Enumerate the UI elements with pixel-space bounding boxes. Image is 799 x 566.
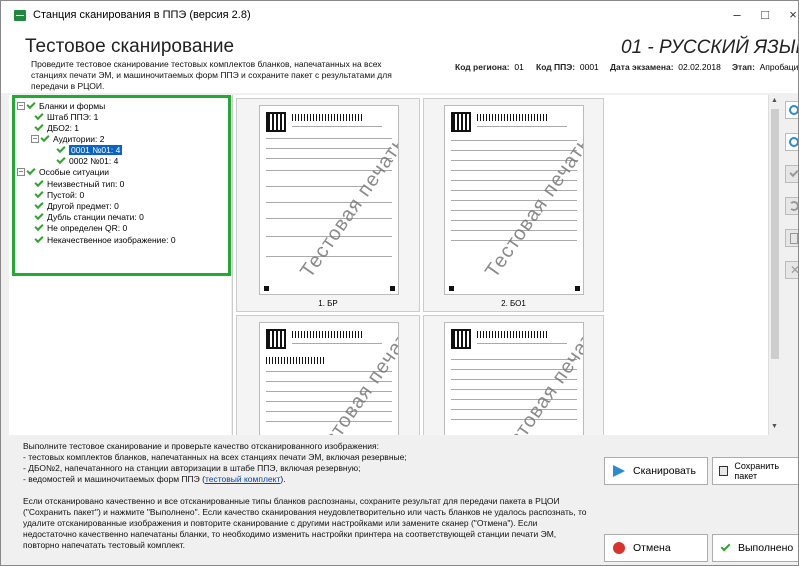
- check-icon: [34, 233, 44, 243]
- ppe-info: Код ППЭ: 0001: [536, 62, 599, 72]
- subject-title: 01 - РУССКИЙ ЯЗЫК: [621, 37, 799, 58]
- check-icon: [34, 188, 44, 198]
- thumbnail-caption: 1. БР: [318, 299, 338, 308]
- tree-node-other-subject[interactable]: Другой предмет: 0: [34, 199, 119, 211]
- scanned-sheet: Тестовая печать: [259, 105, 399, 295]
- zoom-out-icon[interactable]: [785, 133, 798, 151]
- delete-icon[interactable]: ✕: [785, 261, 798, 279]
- close-icon[interactable]: ×: [785, 7, 798, 23]
- cancel-button[interactable]: Отмена: [604, 534, 708, 562]
- watermark-text: Тестовая печать: [306, 322, 399, 435]
- check-icon: [26, 99, 36, 109]
- check-icon: [34, 210, 44, 220]
- page-title: Тестовое сканирование: [25, 36, 235, 57]
- scanned-sheet: Тестовая печать: [444, 322, 584, 435]
- tree-node-shtab[interactable]: Штаб ППЭ: 1: [34, 110, 98, 122]
- tree-node-dbo2[interactable]: ДБО2: 1: [34, 121, 79, 133]
- scan-thumbnail[interactable]: Тестовая печать 2. БО1: [423, 98, 604, 312]
- tree-node-aud-0001[interactable]: 0001 №01: 4: [56, 143, 123, 155]
- done-button[interactable]: Выполнено: [712, 534, 798, 562]
- instructions-details: Если отсканировано качественно и все отс…: [23, 496, 587, 550]
- scan-gallery: Тестовая печать 1. БР Тестовая печать 2.…: [232, 95, 780, 435]
- instructions-intro: Выполните тестовое сканирование и провер…: [23, 441, 379, 451]
- minimize-icon[interactable]: –: [729, 7, 745, 23]
- collapse-icon[interactable]: −: [17, 167, 25, 176]
- check-icon: [56, 143, 66, 153]
- tree-node-auditories[interactable]: − Аудитории: 2: [31, 132, 104, 144]
- tree-node-aud-0002[interactable]: 0002 №01: 4: [56, 154, 118, 166]
- tree-node-duplicate[interactable]: Дубль станции печати: 0: [34, 210, 144, 222]
- collapse-icon[interactable]: −: [17, 101, 25, 110]
- watermark-text: Тестовая печать: [296, 132, 399, 282]
- tree-node-bad-image[interactable]: Некачественное изображение: 0: [34, 233, 176, 245]
- instructions-item: - ведомостей и машиночитаемых форм ППЭ (…: [23, 474, 286, 484]
- tree-node-no-qr[interactable]: Не определен QR: 0: [34, 221, 127, 233]
- collapse-icon[interactable]: −: [31, 134, 39, 143]
- scan-button[interactable]: Сканировать: [604, 457, 708, 485]
- page-header: Тестовое сканирование Проведите тестовое…: [1, 31, 799, 93]
- check-icon: [40, 132, 50, 142]
- ppe-value: 0001: [579, 62, 599, 72]
- save-package-button[interactable]: Сохранить пакет: [712, 457, 798, 485]
- instructions-item: - ДБО№2, напечатанного на станции автори…: [23, 463, 361, 473]
- check-icon: [34, 199, 44, 209]
- tree-node-empty[interactable]: Пустой: 0: [34, 188, 84, 200]
- cancel-icon: [613, 542, 625, 554]
- stage-value: Апробация: [759, 62, 799, 72]
- accept-icon[interactable]: [785, 165, 798, 183]
- region-info: Код региона: 01: [455, 62, 524, 72]
- instructions: Выполните тестовое сканирование и провер…: [23, 441, 593, 551]
- check-icon: [34, 221, 44, 231]
- scan-icon: [613, 465, 625, 477]
- done-check-icon: [720, 541, 731, 552]
- tree-node-blanks[interactable]: − Бланки и формы: [17, 99, 105, 111]
- tree-node-unknown[interactable]: Неизвестный тип: 0: [34, 177, 124, 189]
- rotate-icon[interactable]: [785, 197, 798, 215]
- check-icon: [34, 121, 44, 131]
- scan-thumbnail[interactable]: Тестовая печать: [423, 315, 604, 435]
- save-icon: [719, 466, 729, 476]
- region-value: 01: [514, 62, 524, 72]
- page-icon[interactable]: [785, 229, 798, 247]
- stage-label: Этап:: [732, 62, 755, 72]
- date-label: Дата экзамена:: [610, 62, 674, 72]
- date-value: 02.02.2018: [678, 62, 721, 72]
- scrollbar-thumb[interactable]: [771, 109, 779, 359]
- page-description: Проведите тестовое сканирование тестовых…: [31, 59, 392, 91]
- app-window: Станция сканирования в ППЭ (версия 2.8) …: [0, 0, 799, 566]
- zoom-in-icon[interactable]: [785, 101, 798, 119]
- ppe-label: Код ППЭ:: [536, 62, 576, 72]
- scanned-sheet: Тестовая печать: [444, 105, 584, 295]
- check-icon: [56, 154, 66, 164]
- test-kit-link[interactable]: тестовый комплект: [205, 474, 280, 484]
- thumbnail-caption: 2. БО1: [501, 299, 526, 308]
- check-icon: [34, 177, 44, 187]
- title-bar: Станция сканирования в ППЭ (версия 2.8) …: [1, 1, 798, 31]
- check-icon: [26, 165, 36, 175]
- instructions-item: - тестовых комплектов бланков, напечатан…: [23, 452, 407, 462]
- side-toolbar: ✕: [782, 95, 798, 435]
- gallery-scrollbar[interactable]: ▲ ▼: [768, 95, 780, 435]
- scan-thumbnail[interactable]: Тестовая печать 1. БР: [236, 98, 420, 312]
- region-label: Код региона:: [455, 62, 510, 72]
- maximize-icon[interactable]: □: [757, 7, 773, 23]
- scroll-up-icon[interactable]: ▲: [771, 97, 778, 104]
- window-title: Станция сканирования в ППЭ (версия 2.8): [33, 9, 251, 21]
- check-icon: [34, 110, 44, 120]
- scan-thumbnail[interactable]: Тестовая печать: [236, 315, 420, 435]
- date-info: Дата экзамена: 02.02.2018: [610, 62, 721, 72]
- app-icon: [14, 10, 26, 21]
- scroll-down-icon[interactable]: ▼: [771, 423, 778, 430]
- scanned-sheet: Тестовая печать: [259, 322, 399, 435]
- blanks-tree: − Бланки и формы Штаб ППЭ: 1 ДБО2: 1 − Ауд…: [12, 95, 231, 276]
- tree-node-special[interactable]: − Особые ситуации: [17, 165, 109, 177]
- watermark-text: Тестовая печать: [481, 132, 584, 282]
- stage-info: Этап: Апробация: [732, 62, 799, 72]
